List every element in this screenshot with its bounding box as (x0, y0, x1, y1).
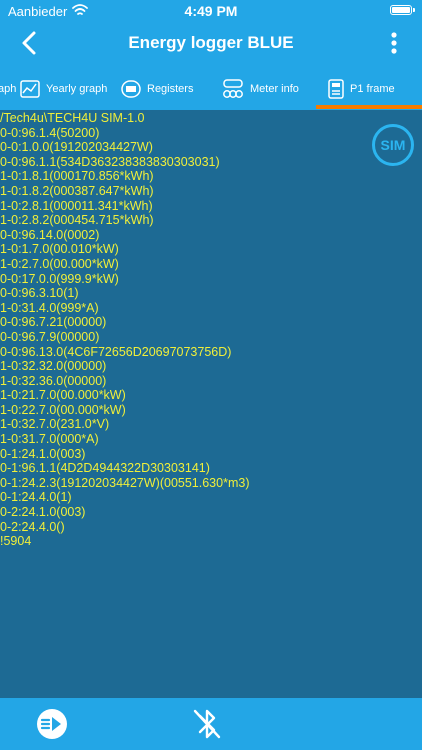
frame-line: 1-0:31.4.0(999*A) (0, 300, 99, 315)
frame-line: 0-1:24.2.3(191202034427W)(00551.630*m3) (0, 475, 250, 490)
tab-label: Registers (147, 83, 194, 95)
frame-line: 1-0:1.8.2(000387.647*kWh) (0, 183, 154, 198)
frame-line: 0-0:96.7.9(00000) (0, 329, 100, 344)
tab-bar: aph Yearly graph Registers Meter info P1… (0, 68, 422, 110)
frame-line: 1-0:1.8.1(000170.856*kWh) (0, 169, 154, 184)
bluetooth-disabled-icon[interactable] (190, 706, 224, 742)
frame-line: 0-1:96.1.1(4D2D4944322D30303141) (0, 461, 210, 476)
frame-line: /Tech4u\TECH4U SIM-1.0 (0, 111, 145, 125)
tab-label: Meter info (250, 83, 299, 95)
frame-line: 0-0:96.13.0(4C6F72656D20697073756D) (0, 344, 232, 359)
tab-label: aph (0, 83, 17, 95)
send-arrow-icon[interactable] (36, 708, 68, 740)
frame-line: 0-2:24.1.0(003) (0, 505, 86, 520)
p1-frame-icon (328, 79, 344, 99)
tab-label: P1 frame (350, 83, 395, 95)
frame-line: !5904 (0, 534, 32, 549)
frame-line: 1-0:32.32.0(00000) (0, 359, 107, 374)
frame-line: 0-0:96.7.21(00000) (0, 315, 107, 330)
tab-p1-frame[interactable]: P1 frame (328, 68, 395, 110)
frame-line: 0-2:24.4.0() (0, 519, 65, 534)
frame-line: 1-0:21.7.0(00.000*kW) (0, 388, 126, 403)
frame-line: 0-0:96.3.10(1) (0, 286, 79, 301)
yearly-graph-icon (20, 80, 40, 98)
frame-line: 1-0:2.8.1(000011.341*kWh) (0, 198, 153, 213)
tab-meter-info[interactable]: Meter info (222, 68, 299, 110)
frame-line: 0-0:96.1.4(50200) (0, 125, 100, 140)
frame-line: 0-1:24.1.0(003) (0, 446, 86, 461)
frame-line: 0-0:17.0.0(999.9*kW) (0, 271, 119, 286)
frame-line: 1-0:2.8.2(000454.715*kWh) (0, 213, 154, 228)
battery-icon (390, 5, 415, 15)
tab-label: Yearly graph (46, 83, 108, 95)
sim-badge-label: SIM (380, 137, 406, 153)
registers-icon (121, 80, 141, 98)
frame-line: 0-1:24.4.0(1) (0, 490, 72, 505)
tab-yearly-graph[interactable]: Yearly graph (20, 68, 107, 110)
frame-line: 1-0:2.7.0(00.000*kW) (0, 256, 119, 271)
frame-line: 0-0:1.0.0(191202034427W) (0, 140, 153, 155)
p1-frame-output[interactable]: /Tech4u\TECH4U SIM-1.0 0-0:96.1.4(50200)… (0, 110, 422, 698)
frame-line: 1-0:32.7.0(231.0*V) (0, 417, 110, 432)
frame-line: 1-0:32.36.0(00000) (0, 373, 107, 388)
bottom-bar (0, 698, 422, 750)
top-bar: Aanbieder 4:49 PM Energy logger BLUE (0, 0, 422, 68)
frame-line: 1-0:22.7.0(00.000*kW) (0, 402, 126, 417)
page-title: Energy logger BLUE (128, 33, 294, 52)
tab-registers[interactable]: Registers (121, 68, 193, 110)
sim-mode-badge[interactable]: SIM (372, 124, 414, 166)
tab-monthly-graph[interactable]: aph (0, 68, 16, 110)
more-options-button[interactable] (390, 32, 398, 54)
active-tab-indicator (316, 105, 422, 109)
p1-frame-lines: /Tech4u\TECH4U SIM-1.0 0-0:96.1.4(50200)… (0, 111, 249, 549)
frame-line: 1-0:31.7.0(000*A) (0, 432, 99, 447)
status-time: 4:49 PM (184, 3, 238, 19)
meter-info-icon (223, 79, 243, 98)
frame-line: 1-0:1.7.0(00.010*kW) (0, 242, 119, 257)
status-bar: Aanbieder 4:49 PM (0, 0, 422, 22)
frame-line: 0-0:96.14.0(0002) (0, 227, 100, 242)
frame-line: 0-0:96.1.1(534D363238383830303031) (0, 154, 220, 169)
